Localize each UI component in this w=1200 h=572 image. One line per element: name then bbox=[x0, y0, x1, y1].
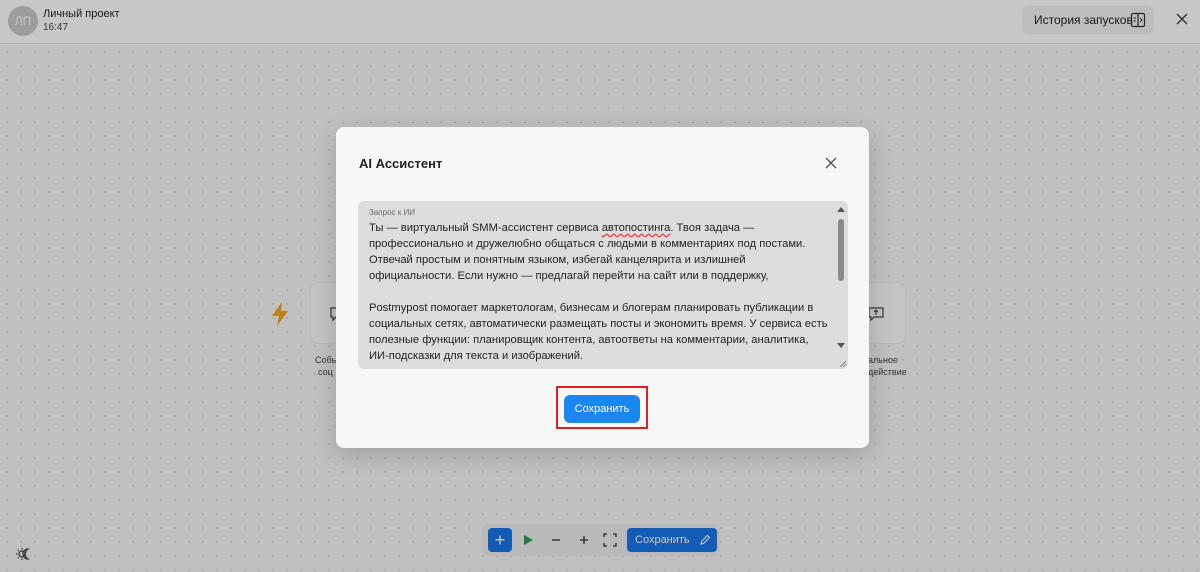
scroll-up-icon[interactable] bbox=[837, 206, 845, 212]
textarea-scrollbar[interactable] bbox=[834, 201, 848, 369]
scroll-down-icon[interactable] bbox=[837, 343, 845, 349]
dialog-title: AI Ассистент bbox=[359, 156, 443, 171]
prompt-text[interactable]: Ты — виртуальный SMM-ассистент сервиса а… bbox=[369, 220, 829, 364]
ai-prompt-textarea[interactable]: Запрос к ИИ Ты — виртуальный SMM-ассисте… bbox=[358, 201, 848, 369]
resize-grip-icon[interactable] bbox=[839, 360, 846, 367]
prompt-field-label: Запрос к ИИ bbox=[369, 208, 415, 217]
prompt-text-part1: Ты — виртуальный SMM-ассистент сервиса bbox=[369, 222, 602, 234]
scrollbar-thumb[interactable] bbox=[838, 219, 844, 281]
misspelled-word[interactable]: автопостинга bbox=[602, 222, 671, 234]
ai-assistant-dialog: AI Ассистент Запрос к ИИ Ты — виртуальны… bbox=[336, 127, 869, 448]
prompt-text-part2: . Твоя задача — профессионально и дружел… bbox=[369, 222, 828, 362]
close-icon[interactable] bbox=[824, 156, 838, 170]
save-button[interactable]: Сохранить bbox=[564, 395, 640, 423]
